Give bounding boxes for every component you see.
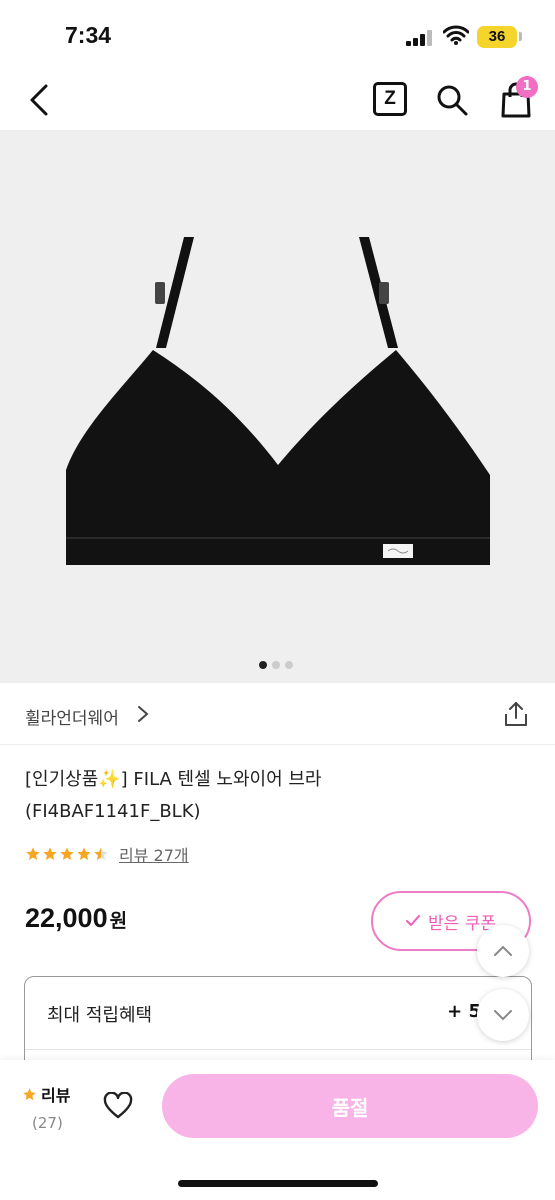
rating-row: 리뷰 27개 [25, 842, 189, 866]
gallery-page-indicator [259, 661, 293, 669]
battery-indicator: 36 [477, 26, 517, 48]
soldout-button[interactable]: 품절 [162, 1074, 538, 1138]
star-icon [43, 847, 57, 860]
points-value: + 5 [447, 1001, 481, 1022]
share-icon[interactable] [503, 700, 529, 728]
zigzag-home-button[interactable]: Z [373, 82, 407, 116]
search-icon[interactable] [434, 82, 470, 118]
cart-count-badge: 1 [516, 76, 538, 98]
brand-link[interactable]: 휠라언더웨어 [25, 704, 119, 729]
product-price: 22,000 원 [25, 903, 127, 934]
home-indicator [178, 1180, 378, 1187]
battery-tip [519, 32, 522, 41]
gallery-dot[interactable] [259, 661, 267, 669]
heart-icon[interactable] [103, 1092, 133, 1120]
chevron-up-icon [494, 945, 512, 956]
star-icon [94, 847, 108, 860]
star-icon [77, 847, 91, 860]
product-image-gallery[interactable] [0, 130, 555, 683]
gallery-dot[interactable] [285, 661, 293, 669]
star-icon [60, 847, 74, 860]
review-count-link[interactable]: 리뷰 27개 [119, 842, 189, 866]
product-title-line2: (FI4BAF1141F_BLK) [25, 801, 201, 822]
price-unit: 원 [109, 911, 128, 932]
cellular-signal-icon [406, 30, 432, 46]
gallery-dot[interactable] [272, 661, 280, 669]
rating-stars [25, 846, 109, 862]
brand-row: 휠라언더웨어 [0, 683, 555, 745]
bottom-review-summary[interactable]: 리뷰 (27) [22, 1082, 70, 1132]
back-arrow-icon[interactable] [22, 80, 58, 120]
product-bra-image [66, 237, 490, 565]
scroll-up-button[interactable] [477, 925, 529, 977]
wifi-icon [443, 25, 469, 45]
product-title: [인기상품✨] FILA 텐셀 노와이어 브라 (FI4BAF1141F_BLK… [25, 764, 530, 828]
star-icon [26, 847, 40, 860]
star-icon [23, 1087, 36, 1100]
chevron-right-icon[interactable] [135, 705, 151, 723]
price-amount: 22,000 [25, 903, 108, 933]
scroll-down-button[interactable] [477, 989, 529, 1041]
chevron-down-icon [494, 1010, 512, 1021]
top-nav-bar: Z [0, 70, 555, 130]
checkmark-icon [406, 915, 421, 926]
product-title-line1: [인기상품✨] FILA 텐셀 노와이어 브라 [25, 769, 322, 790]
status-time: 7:34 [65, 22, 112, 48]
bottom-action-bar: 리뷰 (27) 품절 [0, 1060, 555, 1200]
bottom-review-count: (27) [32, 1114, 63, 1132]
divider [25, 1049, 531, 1050]
status-bar: 7:34 36 [0, 0, 555, 70]
bottom-review-label: 리뷰 [41, 1086, 71, 1105]
points-label: 최대 적립혜택 [47, 1005, 153, 1026]
